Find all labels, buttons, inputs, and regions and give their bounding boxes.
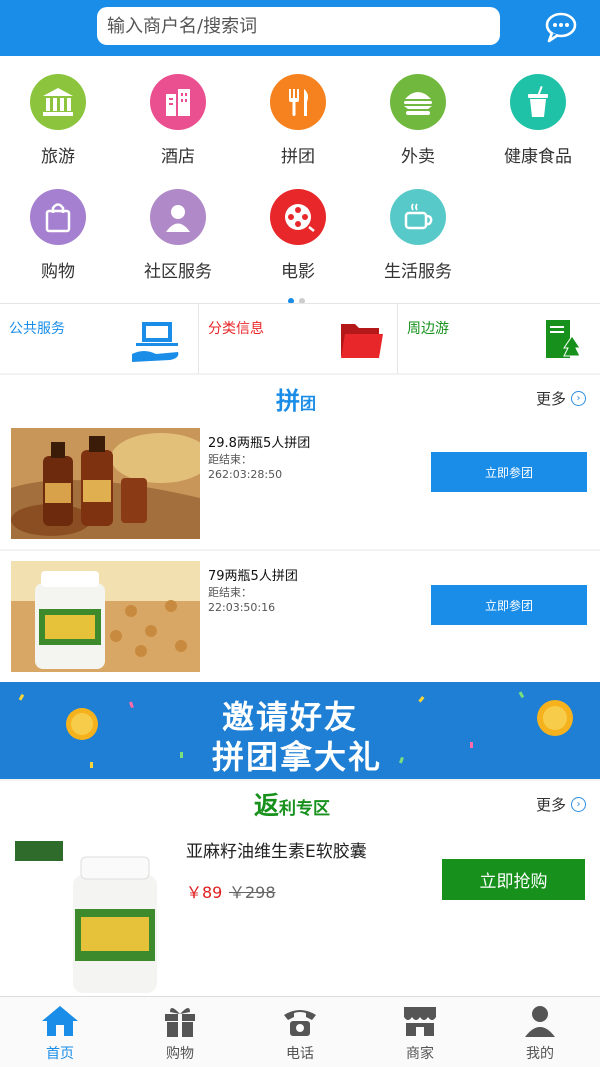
tab-label: 首页 [46,1046,74,1062]
honey-bottles-image [11,428,200,539]
fork-knife-icon [270,74,326,130]
title-small: 利专区 [279,799,331,819]
drink-cup-icon [510,74,566,130]
category-movie[interactable]: 电影 [248,189,348,289]
sale-price: ￥89 [186,883,223,902]
countdown-time: 262:03:28:50 [208,468,283,481]
deal-title: 29.8两瓶5人拼团 [208,436,311,451]
category-community[interactable]: 社区服务 [128,189,228,289]
group-buy-header: 拼团 更多 › [0,375,600,419]
group-deal-item[interactable]: 29.8两瓶5人拼团 距结束： 262:03:28:50 立即参团 [0,418,600,549]
category-hotel[interactable]: 酒店 [128,74,228,174]
tab-label: 电话 [286,1046,314,1062]
product-name: 亚麻籽油维生素E软胶囊 [186,842,367,862]
store-icon [400,1003,440,1039]
service-public[interactable]: 公共服务 [0,304,199,374]
title-small: 团 [300,394,317,413]
category-label: 酒店 [161,147,195,167]
service-label: 分类信息 [208,321,264,337]
landmark-icon [30,74,86,130]
more-label: 更多 [535,796,566,814]
join-group-button[interactable]: 立即参团 [431,452,587,492]
app-screen: 旅游 酒店 拼团 外卖 健康食品 [0,0,600,1067]
section-title: 返利专区 [254,786,330,822]
coffee-cup-icon [390,189,446,245]
user-icon [520,1003,560,1039]
person-icon [150,189,206,245]
category-group-buy[interactable]: 拼团 [248,74,348,174]
section-title: 拼团 [276,381,316,416]
tab-label: 购物 [166,1046,194,1062]
top-bar [0,0,600,56]
service-label: 周边游 [407,321,449,337]
burger-icon [390,74,446,130]
shopping-bag-icon [30,189,86,245]
service-label: 公共服务 [9,321,65,337]
gift-icon [160,1003,200,1039]
title-big: 拼 [276,387,300,415]
more-link[interactable]: 更多 › [536,388,586,409]
service-nearby-travel[interactable]: 周边游 [398,304,600,374]
flaxseed-capsule-image [11,835,175,995]
chat-bubble-icon[interactable] [543,10,579,44]
document-tree-icon [542,318,582,366]
category-shopping[interactable]: 购物 [8,189,108,289]
chevron-right-icon: › [571,391,586,406]
tab-merchants[interactable]: 商家 [360,997,480,1067]
category-label: 拼团 [281,147,315,167]
original-price: ￥298 [229,883,276,902]
category-label: 健康食品 [504,147,572,167]
service-row: 公共服务 分类信息 周边游 [0,303,600,374]
more-link[interactable]: 更多 › [536,794,586,815]
rebate-header: 返利专区 更多 › [0,781,600,825]
category-label: 电影 [281,262,315,282]
invite-friends-banner[interactable]: 邀请好友 拼团拿大礼 [0,682,600,779]
supplement-bottle-image [11,561,200,672]
join-group-button[interactable]: 立即参团 [431,585,587,625]
banner-line-2: 拼团拿大礼 [212,738,383,776]
chevron-right-icon: › [571,797,586,812]
search-box[interactable] [97,7,500,45]
hotel-icon [150,74,206,130]
deal-title: 79两瓶5人拼团 [208,569,298,584]
category-life-service[interactable]: 生活服务 [368,189,468,289]
category-takeout[interactable]: 外卖 [368,74,468,174]
category-label: 旅游 [41,147,75,167]
tab-shopping[interactable]: 购物 [120,997,240,1067]
buy-now-button[interactable]: 立即抢购 [442,859,585,900]
category-label: 生活服务 [384,262,452,282]
tab-mine[interactable]: 我的 [480,997,600,1067]
category-health-food[interactable]: 健康食品 [488,74,588,174]
group-deal-item[interactable]: 79两瓶5人拼团 距结束： 22:03:50:16 立即参团 [0,551,600,682]
countdown-time: 22:03:50:16 [208,601,276,614]
film-reel-icon [270,189,326,245]
rebate-product-item[interactable]: 亚麻籽油维生素E软胶囊 ￥89 ￥298 立即抢购 [0,825,600,996]
tab-label: 商家 [406,1046,434,1062]
telephone-icon [280,1003,320,1039]
folder-icon [339,318,385,364]
hand-laptop-icon [130,320,182,368]
search-input[interactable] [97,7,500,45]
countdown-label: 距结束： [208,453,252,466]
tab-label: 我的 [526,1046,554,1062]
bottom-tab-bar: 首页 购物 电话 商家 我的 [0,996,600,1067]
category-travel[interactable]: 旅游 [8,74,108,174]
category-label: 购物 [41,262,75,282]
category-label: 外卖 [401,147,435,167]
service-classified[interactable]: 分类信息 [199,304,398,374]
countdown-label: 距结束： [208,586,252,599]
title-big: 返 [254,791,280,820]
tab-phone[interactable]: 电话 [240,997,360,1067]
category-label: 社区服务 [144,262,212,282]
category-grid: 旅游 酒店 拼团 外卖 健康食品 购物 社区服务 电影 生活服务 [0,56,600,304]
tab-home[interactable]: 首页 [0,997,120,1067]
more-label: 更多 [535,390,566,408]
home-icon [40,1003,80,1039]
